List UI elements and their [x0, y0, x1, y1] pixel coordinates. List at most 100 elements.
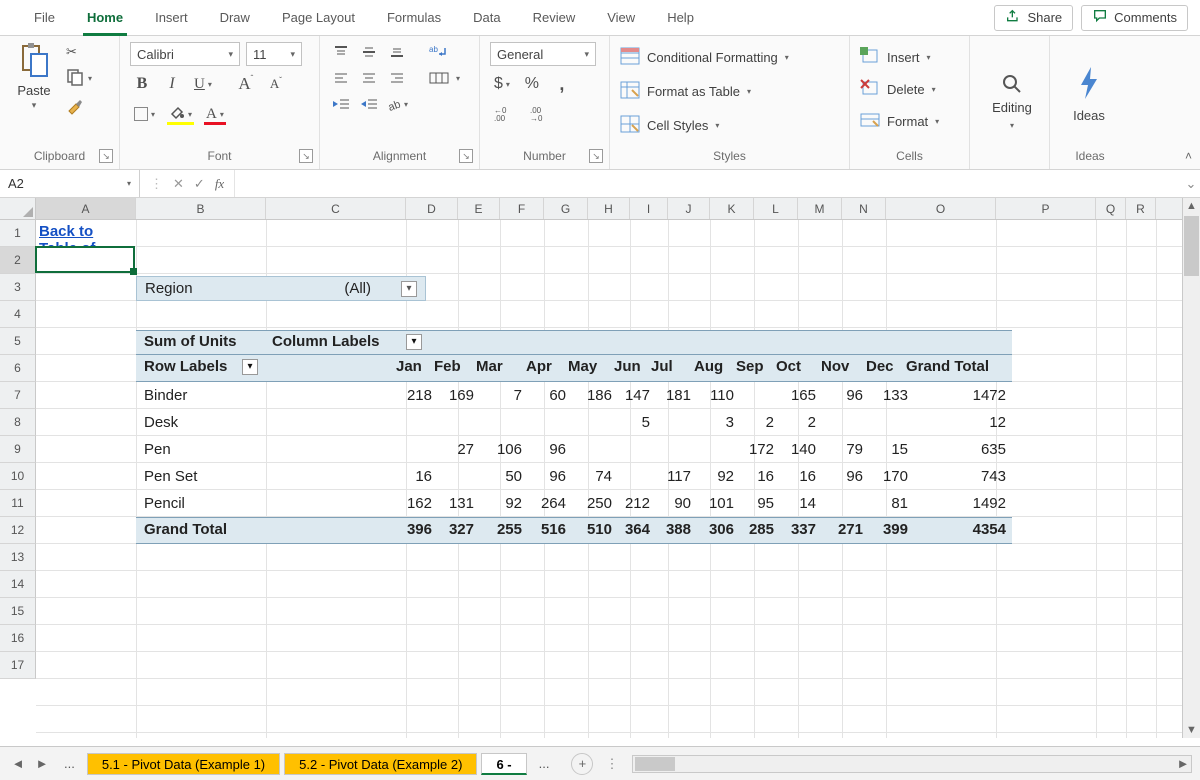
align-bottom-button[interactable] — [386, 42, 408, 62]
column-header-R[interactable]: R — [1126, 198, 1156, 219]
increase-indent-button[interactable] — [358, 94, 380, 114]
column-header-D[interactable]: D — [406, 198, 458, 219]
tab-data[interactable]: Data — [457, 0, 516, 36]
decrease-decimal-button[interactable]: .00→0 — [526, 102, 556, 126]
tab-formulas[interactable]: Formulas — [371, 0, 457, 36]
fill-color-button[interactable]: ▾ — [165, 102, 196, 126]
sheet-more-left[interactable]: ... — [56, 756, 83, 771]
cell[interactable]: 117 — [651, 463, 691, 490]
cell[interactable]: 96 — [526, 463, 566, 490]
vertical-scrollbar[interactable]: ▲ ▼ — [1182, 198, 1200, 738]
sheet-tabs-options[interactable]: ⋮ — [605, 756, 618, 772]
borders-button[interactable]: ▾ — [130, 102, 159, 126]
cell[interactable]: 147 — [614, 382, 650, 409]
cell[interactable]: 16 — [776, 463, 816, 490]
cell[interactable]: 90 — [651, 490, 691, 517]
expand-formula-bar-button[interactable]: ⌄ — [1182, 176, 1200, 192]
column-header-C[interactable]: C — [266, 198, 406, 219]
underline-button[interactable]: U▾ — [190, 72, 216, 96]
hscroll-thumb[interactable] — [635, 757, 675, 771]
comma-format-button[interactable]: , — [550, 72, 574, 96]
column-header-B[interactable]: B — [136, 198, 266, 219]
total-cell[interactable]: 396 — [396, 521, 432, 538]
collapse-ribbon-button[interactable]: ˄ — [1185, 149, 1192, 163]
decrease-indent-button[interactable] — [330, 94, 352, 114]
scrollbar-thumb[interactable] — [1184, 216, 1199, 276]
cell[interactable]: 170 — [866, 463, 908, 490]
shrink-font-button[interactable]: Aˇ — [264, 72, 288, 96]
total-cell[interactable]: 306 — [694, 521, 734, 538]
orientation-button[interactable]: ab▾ — [386, 94, 408, 114]
row-total[interactable]: 743 — [981, 463, 1006, 490]
row-header-6[interactable]: 6 — [0, 355, 36, 382]
cell[interactable]: 131 — [434, 490, 474, 517]
row-header-12[interactable]: 12 — [0, 517, 36, 544]
cell[interactable]: 264 — [526, 490, 566, 517]
total-cell[interactable]: 364 — [614, 521, 650, 538]
row-header-7[interactable]: 7 — [0, 382, 36, 409]
cell[interactable]: 92 — [476, 490, 522, 517]
column-header-L[interactable]: L — [754, 198, 798, 219]
cell[interactable]: 2 — [776, 409, 816, 436]
align-center-button[interactable] — [358, 68, 380, 88]
align-left-button[interactable] — [330, 68, 352, 88]
cell[interactable]: 96 — [526, 436, 566, 463]
cell[interactable]: 96 — [821, 463, 863, 490]
select-all-corner[interactable] — [0, 198, 36, 219]
cell-styles-button[interactable]: Cell Styles ▾ — [620, 112, 789, 138]
alignment-launcher[interactable]: ↘ — [459, 149, 473, 163]
conditional-formatting-button[interactable]: Conditional Formatting ▾ — [620, 44, 789, 70]
row-header-9[interactable]: 9 — [0, 436, 36, 463]
cell[interactable]: 110 — [694, 382, 734, 409]
column-header-P[interactable]: P — [996, 198, 1096, 219]
clipboard-launcher[interactable]: ↘ — [99, 149, 113, 163]
fill-handle[interactable] — [130, 268, 137, 275]
row-total[interactable]: 1492 — [973, 490, 1006, 517]
column-header-J[interactable]: J — [668, 198, 710, 219]
column-labels-dropdown[interactable]: ▾ — [406, 334, 422, 350]
cell[interactable]: 106 — [476, 436, 522, 463]
row-header-13[interactable]: 13 — [0, 544, 36, 571]
sheet-tab-2[interactable]: 6 - — [481, 753, 526, 775]
tab-insert[interactable]: Insert — [139, 0, 204, 36]
cell[interactable]: 16 — [396, 463, 432, 490]
cell[interactable]: 5 — [614, 409, 650, 436]
column-header-H[interactable]: H — [588, 198, 630, 219]
column-header-Q[interactable]: Q — [1096, 198, 1126, 219]
total-cell[interactable]: 399 — [866, 521, 908, 538]
row-header-16[interactable]: 16 — [0, 625, 36, 652]
column-header-M[interactable]: M — [798, 198, 842, 219]
cell[interactable]: 7 — [476, 382, 522, 409]
scroll-up-button[interactable]: ▲ — [1183, 198, 1200, 214]
format-as-table-button[interactable]: Format as Table ▾ — [620, 78, 789, 104]
font-color-button[interactable]: A▾ — [202, 102, 228, 126]
cell[interactable]: 2 — [736, 409, 774, 436]
tab-help[interactable]: Help — [651, 0, 710, 36]
total-cell[interactable]: 516 — [526, 521, 566, 538]
column-header-K[interactable]: K — [710, 198, 754, 219]
formula-input[interactable] — [235, 170, 1182, 197]
cell[interactable]: 74 — [568, 463, 612, 490]
tab-page-layout[interactable]: Page Layout — [266, 0, 371, 36]
cell[interactable]: 15 — [866, 436, 908, 463]
new-sheet-button[interactable]: + — [571, 753, 593, 775]
total-cell[interactable]: 388 — [651, 521, 691, 538]
row-header-17[interactable]: 17 — [0, 652, 36, 679]
column-header-G[interactable]: G — [544, 198, 588, 219]
wrap-text-button[interactable]: ab — [428, 42, 450, 62]
cell[interactable]: 169 — [434, 382, 474, 409]
row-header-14[interactable]: 14 — [0, 571, 36, 598]
total-cell[interactable]: 285 — [736, 521, 774, 538]
cell[interactable]: 162 — [396, 490, 432, 517]
accounting-format-button[interactable]: $▾ — [490, 72, 514, 96]
active-cell[interactable] — [35, 246, 135, 273]
cell[interactable]: 96 — [821, 382, 863, 409]
column-header-A[interactable]: A — [36, 198, 136, 219]
increase-decimal-button[interactable]: ←0.00 — [490, 102, 520, 126]
sheet-nav-prev[interactable]: ◄ — [8, 756, 28, 771]
cancel-formula-button[interactable]: ✕ — [173, 176, 184, 192]
grow-font-button[interactable]: Aˆ — [234, 72, 258, 96]
row-header-5[interactable]: 5 — [0, 328, 36, 355]
cell[interactable]: 95 — [736, 490, 774, 517]
sheet-tab-1[interactable]: 5.2 - Pivot Data (Example 2) — [284, 753, 477, 775]
